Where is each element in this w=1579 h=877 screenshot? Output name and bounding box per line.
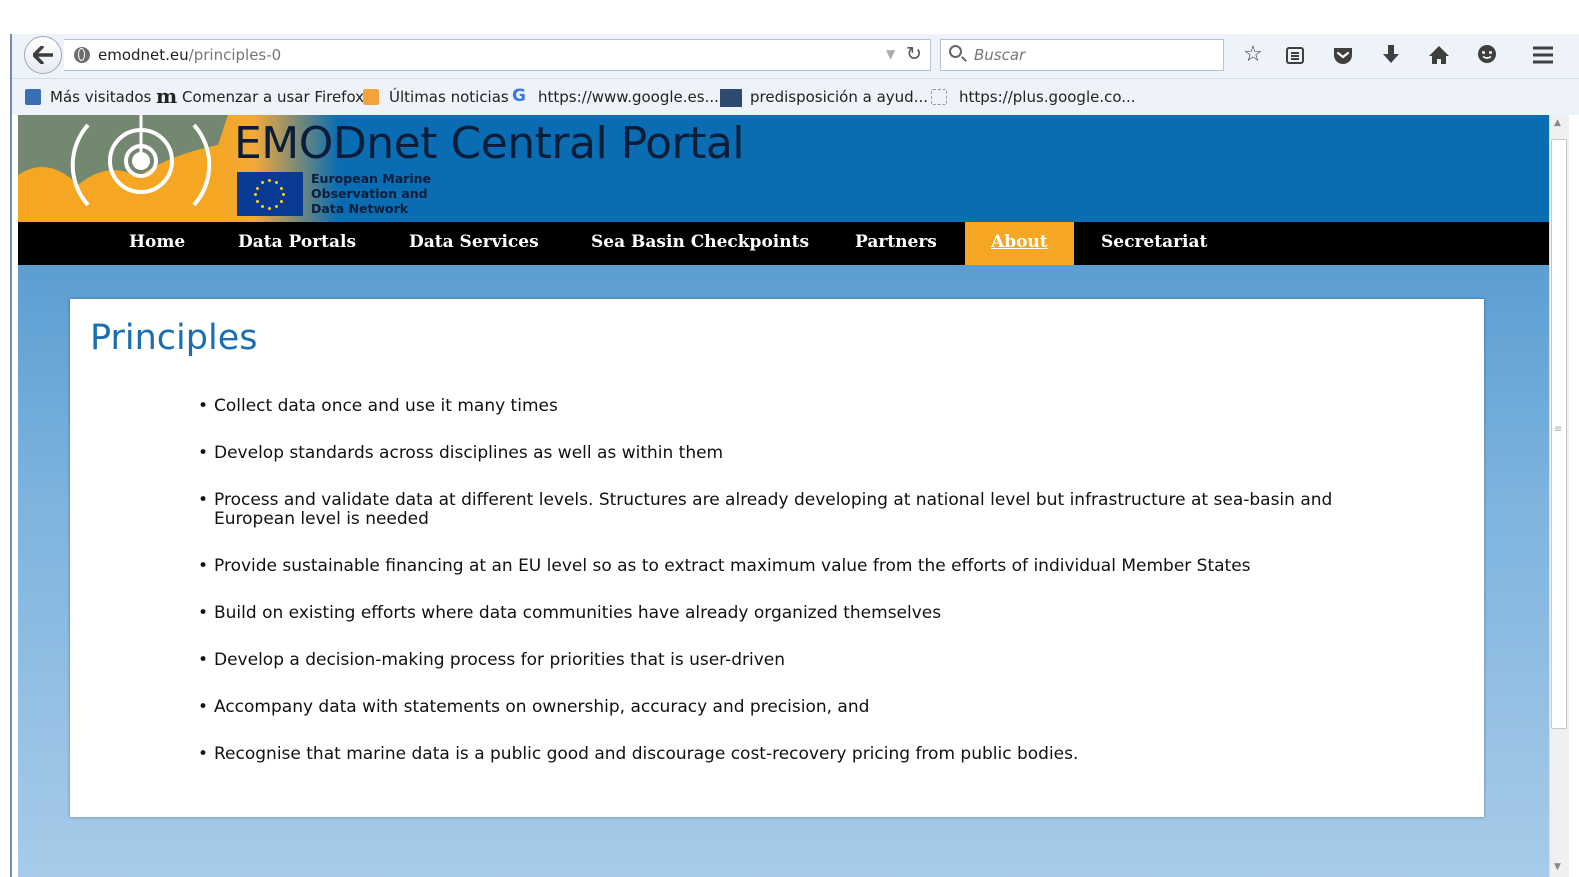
list-item: Collect data once and use it many times <box>198 397 1398 417</box>
site-title: EMODnet Central Portal <box>234 118 745 169</box>
nav-data-services[interactable]: Data Services <box>409 222 539 265</box>
site-subtitle: European Marine Observation and Data Net… <box>311 171 432 216</box>
nav-home[interactable]: Home <box>129 222 185 265</box>
nav-data-portals[interactable]: Data Portals <box>238 222 356 265</box>
eu-flag-icon <box>237 172 303 216</box>
list-item: Accompany data with statements on owners… <box>198 698 1398 718</box>
nav-sea-basin-checkpoints[interactable]: Sea Basin Checkpoints <box>591 222 809 265</box>
bookmark-most-visited[interactable]: Más visitados <box>50 88 151 106</box>
principles-list: Collect data once and use it many times … <box>198 397 1398 792</box>
history-dropdown-icon[interactable]: ▼ <box>886 47 895 61</box>
pocket-icon[interactable] <box>1329 42 1357 72</box>
scroll-up-icon[interactable]: ▲ <box>1554 118 1561 128</box>
scroll-grip-icon: ≡ <box>1554 424 1563 435</box>
google-icon: G <box>512 86 526 106</box>
home-icon[interactable] <box>1425 42 1453 72</box>
list-item: Provide sustainable financing at an EU l… <box>198 557 1398 577</box>
reading-list-icon[interactable] <box>1281 42 1309 72</box>
hello-chat-icon[interactable] <box>1473 42 1501 73</box>
url-text[interactable]: emodnet.eu/principles-0 <box>98 46 281 64</box>
bookmark-google-plus[interactable]: https://plus.google.co... <box>959 88 1136 106</box>
rss-feed-icon <box>363 89 379 105</box>
list-item: Build on existing efforts where data com… <box>198 604 1398 624</box>
nav-about[interactable]: About <box>991 222 1048 265</box>
url-domain: emodnet.eu <box>98 46 189 64</box>
site-favicon-icon <box>720 89 742 107</box>
bookmark-latest-news[interactable]: Últimas noticias <box>389 88 509 106</box>
url-path: /principles-0 <box>188 46 282 64</box>
page-title: Principles <box>90 318 258 358</box>
bookmark-predisposicion[interactable]: predisposición a ayud... <box>750 88 928 106</box>
nav-partners[interactable]: Partners <box>855 222 937 265</box>
arrow-left-icon <box>33 46 53 64</box>
list-item: Recognise that marine data is a public g… <box>198 745 1398 765</box>
list-item: Develop a decision-making process for pr… <box>198 651 1398 671</box>
search-placeholder: Buscar <box>974 46 1026 64</box>
window-border <box>10 34 12 877</box>
bookmark-star-icon[interactable]: ☆ <box>1239 42 1267 68</box>
globe-icon <box>74 47 90 63</box>
list-item: Process and validate data at different l… <box>198 491 1398 529</box>
most-visited-icon <box>25 89 41 105</box>
download-icon[interactable] <box>1377 42 1405 73</box>
search-icon <box>949 45 962 58</box>
reload-icon[interactable]: ↻ <box>906 43 922 65</box>
mozilla-icon: m <box>156 84 178 108</box>
nav-secretariat[interactable]: Secretariat <box>1101 222 1207 265</box>
menu-icon[interactable] <box>1529 42 1557 71</box>
emodnet-logo-icon <box>18 115 228 207</box>
back-button[interactable] <box>24 36 62 74</box>
blank-page-icon <box>931 89 947 105</box>
bookmark-google[interactable]: https://www.google.es... <box>538 88 719 106</box>
list-item: Develop standards across disciplines as … <box>198 444 1398 464</box>
bookmark-getting-started[interactable]: Comenzar a usar Firefox <box>182 88 364 106</box>
scroll-down-icon[interactable]: ▼ <box>1554 862 1561 872</box>
